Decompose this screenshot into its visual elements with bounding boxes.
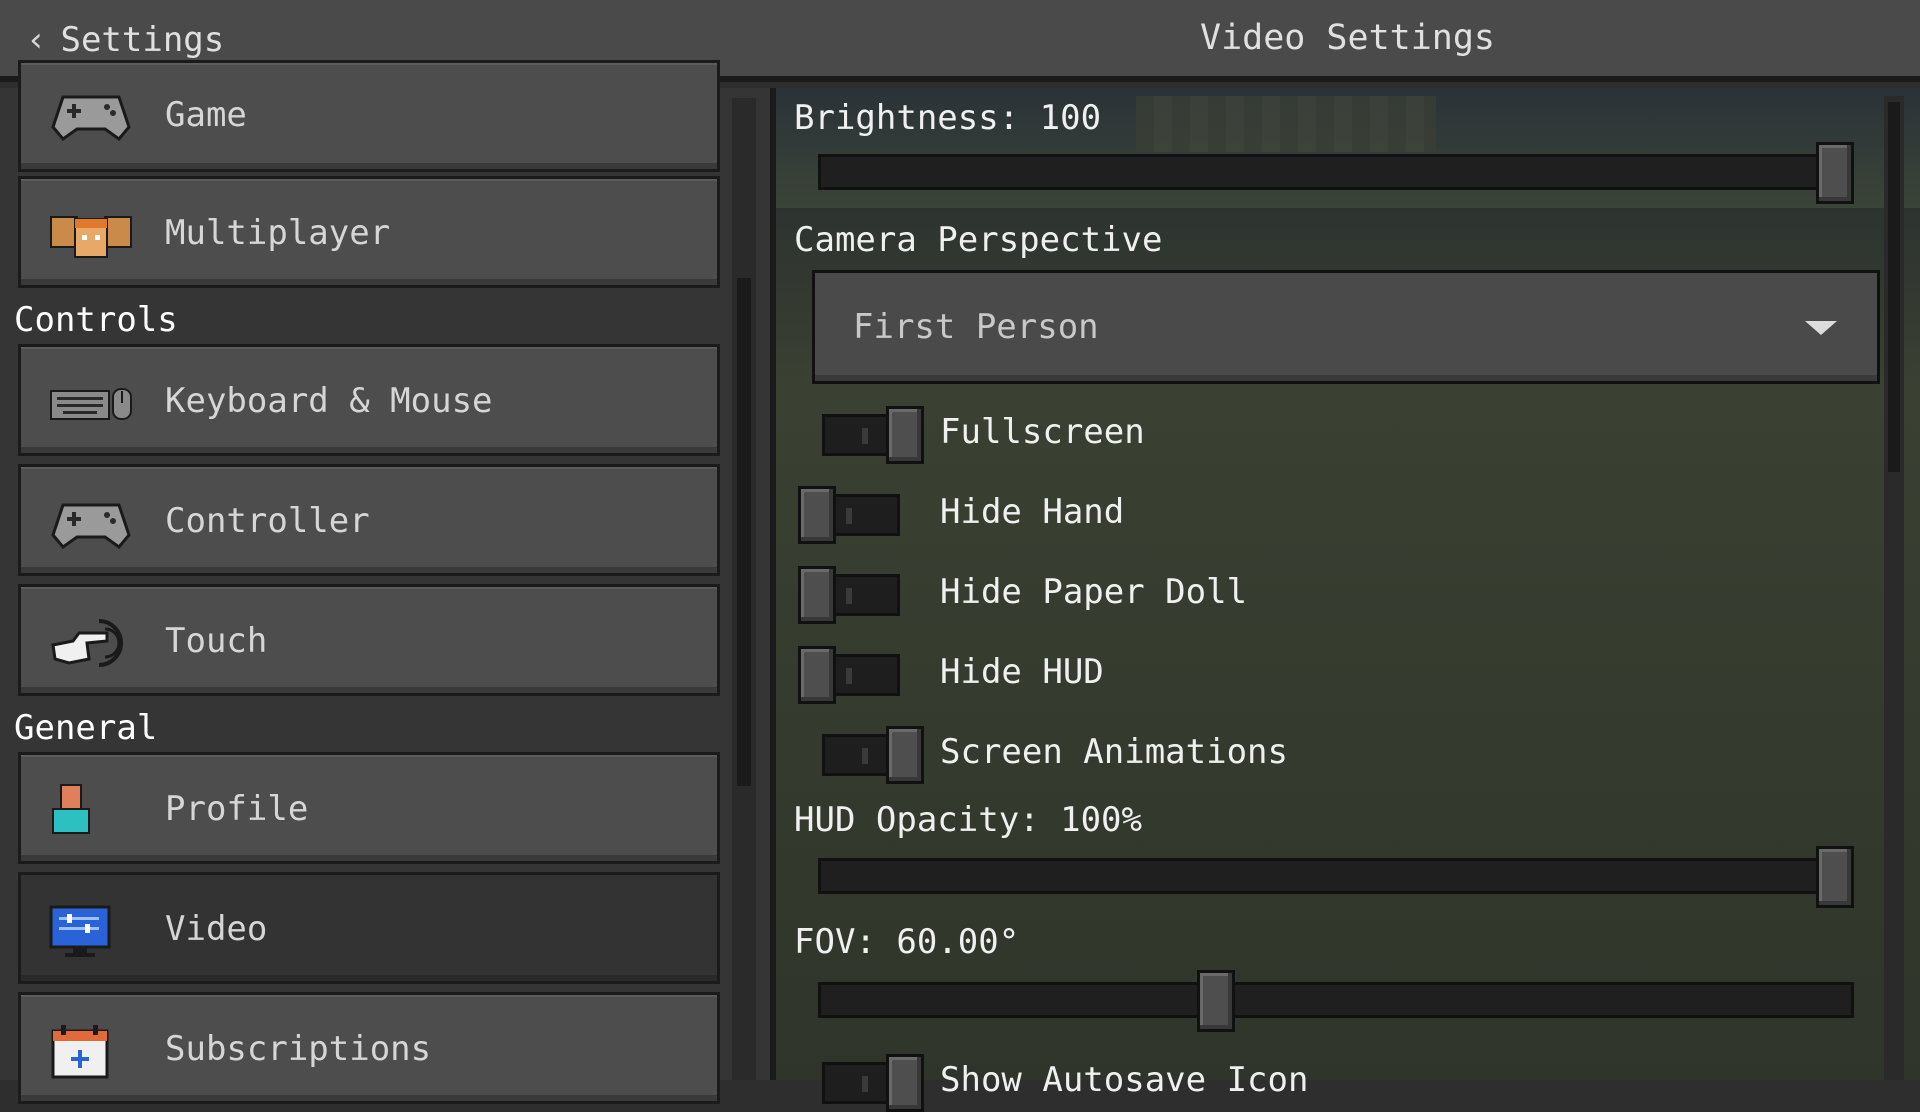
fov-label: FOV: 60.00° <box>794 922 1020 962</box>
fullscreen-toggle[interactable] <box>814 406 924 464</box>
fov-slider[interactable] <box>818 982 1854 1018</box>
fullscreen-label: Fullscreen <box>940 412 1145 452</box>
monitor-icon <box>49 905 111 957</box>
calendar-plus-icon <box>51 1025 109 1079</box>
show-autosave-icon-label: Show Autosave Icon <box>940 1060 1309 1100</box>
background-ruin <box>1136 96 1436 152</box>
hud-opacity-slider[interactable] <box>818 858 1854 894</box>
hide-hud-toggle[interactable] <box>798 646 908 704</box>
brightness-label: Brightness: 100 <box>794 98 1102 138</box>
show-autosave-icon-toggle[interactable] <box>814 1054 924 1112</box>
hud-opacity-label: HUD Opacity: 100% <box>794 800 1142 840</box>
brightness-slider[interactable] <box>818 154 1854 190</box>
hide-paper-doll-label: Hide Paper Doll <box>940 572 1248 612</box>
gamepad-icon <box>51 95 131 142</box>
multiplayer-faces-icon <box>50 216 132 258</box>
sidebar-item-subscriptions[interactable]: Subscriptions <box>18 992 720 1104</box>
profile-icon <box>52 784 90 834</box>
chevron-left-icon: ‹ <box>26 20 47 60</box>
sidebar-item-label: Multiplayer <box>165 213 391 253</box>
hide-hand-label: Hide Hand <box>940 492 1125 532</box>
camera-perspective-value: First Person <box>853 307 1099 347</box>
section-heading-general: General <box>14 708 158 748</box>
sidebar-item-label: Video <box>165 909 268 949</box>
section-heading-controls: Controls <box>14 300 178 340</box>
sidebar-item-video[interactable]: Video <box>18 872 720 984</box>
sidebar-item-label: Touch <box>165 621 268 661</box>
screen-animations-label: Screen Animations <box>940 732 1288 772</box>
sidebar-item-label: Game <box>165 95 247 135</box>
touch-hand-icon <box>51 619 123 667</box>
page-title: Video Settings <box>1200 18 1496 58</box>
camera-perspective-label: Camera Perspective <box>794 220 1163 260</box>
back-button[interactable]: ‹ Settings <box>26 18 224 62</box>
sidebar-scrollbar-thumb[interactable] <box>737 278 751 786</box>
gamepad-icon <box>51 503 131 550</box>
sidebar-item-label: Subscriptions <box>165 1029 432 1069</box>
sidebar-item-touch[interactable]: Touch <box>18 584 720 696</box>
content-scrollbar-thumb[interactable] <box>1888 102 1900 472</box>
sidebar-item-controller[interactable]: Controller <box>18 464 720 576</box>
back-label: Settings <box>60 20 225 60</box>
video-settings-panel: Brightness: 100 Camera Perspective First… <box>770 88 1920 1112</box>
sidebar-item-multiplayer[interactable]: Multiplayer <box>18 176 720 288</box>
sidebar-item-profile[interactable]: Profile <box>18 752 720 864</box>
hide-hand-toggle[interactable] <box>798 486 908 544</box>
keyboard-mouse-icon <box>50 388 132 420</box>
screen-animations-toggle[interactable] <box>814 726 924 784</box>
sidebar-item-label: Controller <box>165 501 370 541</box>
hud-opacity-slider-handle[interactable] <box>1816 846 1854 908</box>
hide-hud-label: Hide HUD <box>940 652 1104 692</box>
sidebar-item-label: Keyboard & Mouse <box>165 381 493 421</box>
camera-perspective-dropdown[interactable]: First Person <box>812 270 1880 384</box>
hide-paper-doll-toggle[interactable] <box>798 566 908 624</box>
settings-sidebar: Game Multiplayer Controls Keyboard & Mou… <box>0 60 770 1104</box>
fov-slider-handle[interactable] <box>1197 970 1236 1032</box>
sidebar-item-label: Profile <box>165 789 309 829</box>
brightness-slider-handle[interactable] <box>1816 142 1854 204</box>
chevron-down-icon <box>1805 321 1837 335</box>
sidebar-item-game[interactable]: Game <box>18 60 720 172</box>
sidebar-item-keyboard-mouse[interactable]: Keyboard & Mouse <box>18 344 720 456</box>
